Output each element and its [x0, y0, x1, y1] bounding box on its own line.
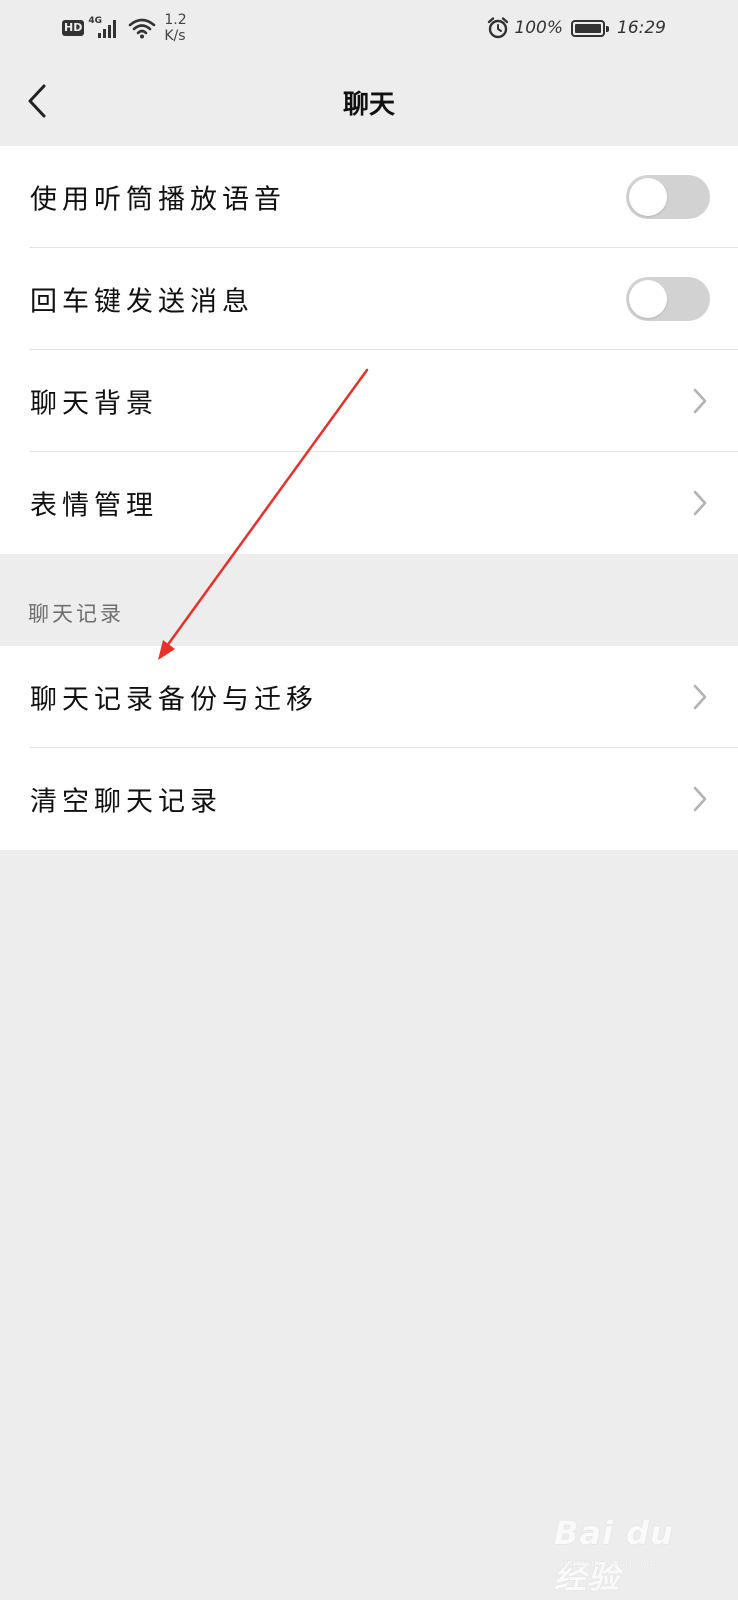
status-time: 16:29	[617, 18, 666, 38]
setting-row-chat-background[interactable]: 聊天背景	[0, 350, 738, 452]
alarm-clock-icon	[488, 17, 509, 39]
chat-history-group: 聊天记录备份与迁移 清空聊天记录	[0, 646, 738, 850]
battery-icon	[571, 19, 609, 37]
earpiece-playback-toggle[interactable]	[626, 175, 710, 219]
page-title: 聊天	[342, 90, 395, 120]
section-header-chat-history: 聊天记录	[28, 602, 124, 626]
setting-row-sticker-management[interactable]: 表情管理	[0, 452, 738, 554]
network-speed-unit: K/s	[164, 28, 186, 44]
network-speed: 1.2 K/s	[164, 12, 186, 44]
network-speed-value: 1.2	[164, 12, 187, 28]
battery-percentage: 100%	[514, 18, 563, 38]
setting-row-backup-migrate[interactable]: 聊天记录备份与迁移	[0, 646, 738, 748]
hd-badge: HD	[62, 20, 85, 36]
wifi-icon	[129, 18, 156, 39]
chevron-right-icon	[693, 786, 707, 812]
setting-label: 清空聊天记录	[30, 786, 222, 818]
setting-row-earpiece-playback[interactable]: 使用听筒播放语音	[0, 146, 738, 248]
watermark-brand: Bai du 经验	[554, 1514, 674, 1596]
chevron-right-icon	[693, 388, 707, 414]
setting-row-enter-to-send[interactable]: 回车键发送消息	[0, 248, 738, 350]
status-bar-left: HD 4G 1.2 K/s	[62, 12, 187, 44]
watermark-url: jingyan.baidu.com	[564, 1558, 657, 1569]
baidu-jingyan-watermark: Bai du 经验 jingyan.baidu.com	[554, 1506, 704, 1596]
setting-label: 使用听筒播放语音	[30, 184, 286, 216]
chevron-right-icon	[693, 684, 707, 710]
status-bar: HD 4G 1.2 K/s 100% 16:29	[0, 0, 738, 58]
status-bar-right: 100% 16:29	[486, 16, 666, 40]
setting-label: 聊天背景	[30, 388, 158, 420]
cellular-signal-icon: 4G	[88, 12, 122, 42]
chat-settings-group: 使用听筒播放语音 回车键发送消息 聊天背景 表情管理	[0, 146, 738, 554]
setting-label: 表情管理	[30, 490, 158, 522]
setting-row-clear-history[interactable]: 清空聊天记录	[0, 748, 738, 850]
navigation-bar: 聊天	[0, 58, 738, 146]
chevron-right-icon	[693, 490, 707, 516]
enter-to-send-toggle[interactable]	[626, 277, 710, 321]
setting-label: 聊天记录备份与迁移	[30, 684, 318, 716]
setting-label: 回车键发送消息	[30, 286, 254, 318]
